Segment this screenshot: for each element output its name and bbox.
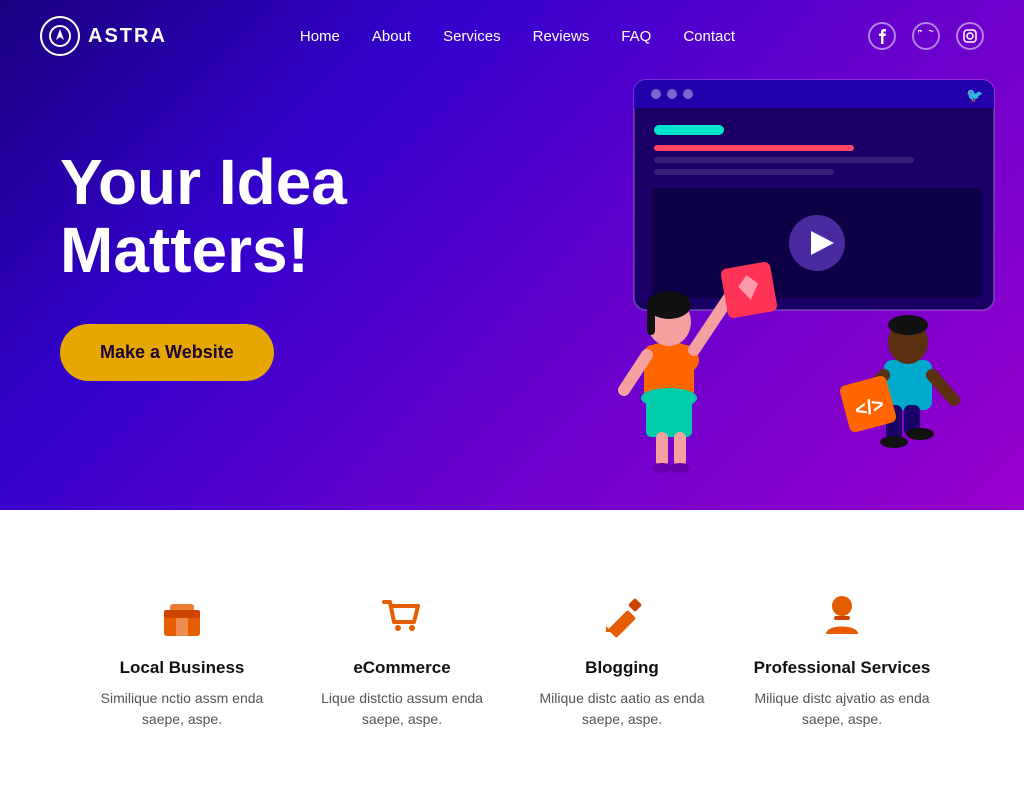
hero-title: Your Idea Matters! [60,149,347,283]
nav-services[interactable]: Services [443,28,501,45]
service-blogging: Blogging Milique distc aatio as enda sae… [512,570,732,750]
service-blogging-title: Blogging [532,658,712,678]
hero-illustration: 🐦 [504,50,1024,490]
nav-contact[interactable]: Contact [683,28,735,45]
hero-section: Your Idea Matters! Make a Website 🐦 [0,0,1024,510]
nav-home[interactable]: Home [300,28,340,45]
service-local-business-title: Local Business [92,658,272,678]
hero-content: Your Idea Matters! Make a Website [60,149,347,380]
nav-faq[interactable]: FAQ [621,28,651,45]
instagram-icon[interactable] [956,22,984,50]
services-section: Local Business Similique nctio assm enda… [0,510,1024,810]
site-header: ASTRA Home About Services Reviews FAQ Co… [0,0,1024,72]
service-local-business: Local Business Similique nctio assm enda… [72,570,292,750]
logo-icon [40,16,80,56]
nav-about[interactable]: About [372,28,411,45]
service-professional-desc: Milique distc ajvatio as enda saepe, asp… [752,688,932,730]
service-local-business-desc: Similique nctio assm enda saepe, aspe. [92,688,272,730]
logo[interactable]: ASTRA [40,16,167,56]
twitter-icon[interactable] [912,22,940,50]
service-ecommerce: eCommerce Lique distctio assum enda saep… [292,570,512,750]
service-ecommerce-title: eCommerce [312,658,492,678]
logo-text: ASTRA [88,25,167,48]
cta-button[interactable]: Make a Website [60,324,274,381]
local-business-icon [92,590,272,642]
main-nav: Home About Services Reviews FAQ Contact [300,28,735,45]
svg-text:🐦: 🐦 [966,87,983,103]
facebook-icon[interactable] [868,22,896,50]
hero-svg: 🐦 [504,50,1024,490]
service-ecommerce-desc: Lique distctio assum enda saepe, aspe. [312,688,492,730]
service-blogging-desc: Milique distc aatio as enda saepe, aspe. [532,688,712,730]
ecommerce-icon [312,590,492,642]
professional-services-icon [752,590,932,642]
nav-reviews[interactable]: Reviews [533,28,590,45]
blogging-icon [532,590,712,642]
social-links [868,22,984,50]
service-professional-title: Professional Services [752,658,932,678]
service-professional: Professional Services Milique distc ajva… [732,570,952,750]
